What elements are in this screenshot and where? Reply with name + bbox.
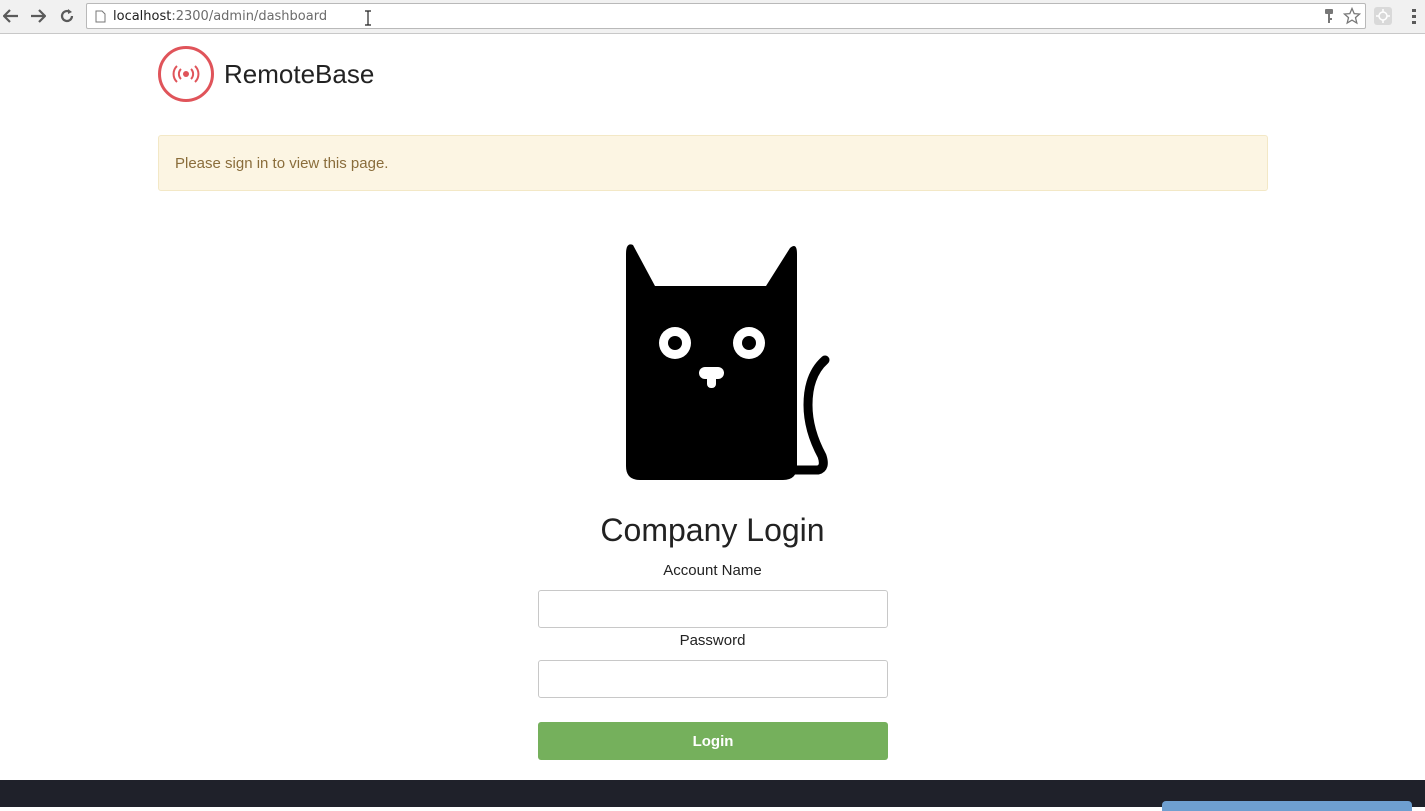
- back-arrow-icon[interactable]: [0, 6, 22, 26]
- address-bar[interactable]: localhost:2300/admin/dashboard: [86, 3, 1366, 29]
- site-header: RemoteBase: [158, 45, 374, 103]
- menu-icon[interactable]: [1407, 6, 1421, 31]
- reload-icon[interactable]: [56, 6, 78, 26]
- password-label: Password: [679, 632, 746, 649]
- broadcast-logo-icon[interactable]: [158, 46, 214, 102]
- url-text[interactable]: localhost:2300/admin/dashboard: [113, 9, 327, 24]
- account-name-label: Account Name: [663, 562, 762, 579]
- url-path: :2300/admin/dashboard: [171, 9, 328, 24]
- account-name-input[interactable]: [538, 590, 888, 628]
- text-cursor-icon: [364, 10, 372, 29]
- key-icon[interactable]: [1323, 8, 1335, 29]
- page-icon: [95, 10, 106, 28]
- cat-illustration: [620, 240, 835, 485]
- forward-arrow-icon[interactable]: [27, 6, 49, 26]
- login-button[interactable]: Login: [538, 722, 888, 760]
- star-icon[interactable]: [1342, 6, 1362, 30]
- signin-alert: Please sign in to view this page.: [158, 135, 1268, 191]
- page-footer: [0, 780, 1425, 811]
- url-host: localhost: [113, 9, 172, 24]
- alert-message: Please sign in to view this page.: [175, 155, 389, 172]
- brand-name[interactable]: RemoteBase: [224, 59, 374, 90]
- browser-toolbar: localhost:2300/admin/dashboard: [0, 0, 1425, 34]
- password-input[interactable]: [538, 660, 888, 698]
- footer-tab[interactable]: [1162, 801, 1412, 811]
- login-title: Company Login: [600, 512, 825, 548]
- extension-icon[interactable]: [1373, 6, 1393, 31]
